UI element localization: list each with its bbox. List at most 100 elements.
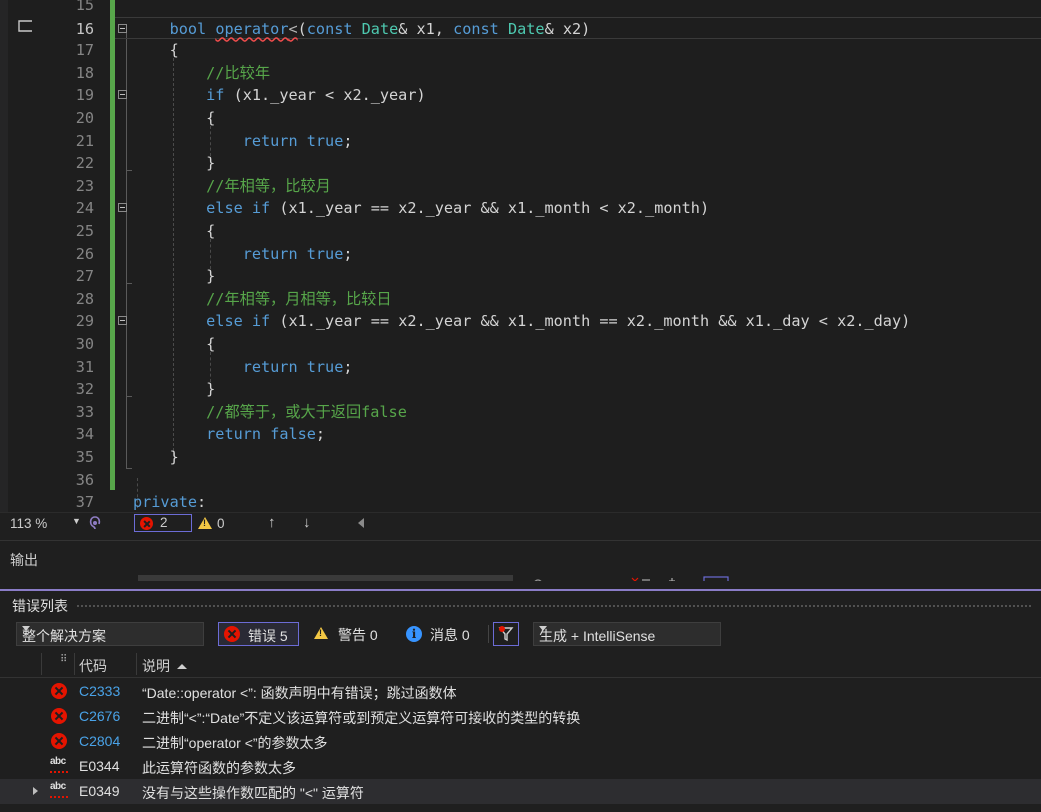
zoom-level[interactable]: 113 % — [10, 516, 47, 531]
code-token: if — [206, 86, 225, 105]
code-line[interactable]: 23 //年相等，比较月 — [76, 175, 1041, 198]
code-token: false — [270, 425, 316, 444]
line-number: 35 — [75, 448, 94, 466]
line-number: 20 — [75, 109, 94, 127]
glyph-margin[interactable] — [8, 0, 40, 512]
code-text: { — [133, 220, 215, 243]
code-line[interactable]: 32 } — [76, 378, 1041, 401]
collapse-icon[interactable] — [118, 203, 127, 213]
errors-filter-label: 错误 5 — [248, 628, 288, 644]
code-line[interactable]: 26 return true; — [76, 243, 1041, 266]
error-icon — [140, 517, 153, 530]
code-line[interactable]: 27 } — [76, 265, 1041, 288]
warnings-filter-button[interactable]: 警告 0 — [312, 622, 392, 646]
code-line[interactable]: 22 } — [76, 152, 1041, 175]
error-list-row[interactable]: C2804 二进制“operator <”的参数太多 — [0, 729, 1041, 754]
messages-filter-button[interactable]: i 消息 0 — [404, 622, 484, 646]
collapse-icon[interactable] — [118, 23, 127, 33]
code-line[interactable]: 16 bool operator<(const Date& x1, const … — [76, 16, 1041, 40]
code-line[interactable]: 21 return true; — [76, 130, 1041, 153]
code-token: //年相等，比较月 — [206, 176, 331, 195]
code-editor[interactable]: 15 16 bool operator<(const Date& x1, cons… — [0, 0, 1041, 512]
code-line[interactable]: 20 { — [76, 107, 1041, 130]
error-code[interactable]: C2676 — [79, 708, 120, 724]
code-line[interactable]: 30 { — [76, 333, 1041, 356]
column-header-code[interactable]: 代码 — [79, 656, 107, 676]
scroll-left-icon[interactable] — [358, 518, 364, 528]
line-number: 31 — [75, 357, 94, 376]
panel-drag-grip[interactable] — [76, 604, 1031, 608]
code-token: const — [453, 19, 499, 38]
collapse-icon[interactable] — [118, 90, 127, 100]
error-list-row[interactable]: C2676 二进制“<”:“Date”不定义该运算符或到预定义运算符可接收的类型的… — [0, 704, 1041, 729]
code-line[interactable]: 15 — [76, 0, 1041, 17]
line-number: 32 — [75, 380, 94, 399]
column-header-description[interactable]: 说明 — [142, 656, 187, 676]
error-description: 二进制“operator <”的参数太多 — [142, 735, 328, 751]
code-token: return — [242, 357, 298, 376]
code-line[interactable]: 35 } — [76, 446, 1041, 469]
column-header-description-label: 说明 — [142, 658, 170, 674]
column-separator[interactable] — [136, 653, 137, 675]
output-panel-title[interactable]: 输出 — [10, 550, 38, 570]
code-line[interactable]: 36 — [76, 469, 1041, 492]
error-count-indicator[interactable]: 2 — [134, 514, 192, 532]
code-line[interactable]: 28 //年相等，月相等，比较日 — [76, 288, 1041, 311]
code-token: Date — [507, 19, 545, 38]
code-token: if — [251, 312, 271, 331]
error-code[interactable]: C2333 — [79, 683, 120, 699]
output-source-dropdown[interactable] — [138, 575, 513, 581]
error-code[interactable]: C2804 — [79, 733, 120, 749]
scope-dropdown[interactable]: 整个解决方案 — [16, 622, 204, 646]
code-token: } — [133, 267, 216, 286]
code-line[interactable]: 24 else if (x1._year == x2._year && x1._… — [76, 197, 1041, 220]
warning-icon — [198, 517, 212, 529]
next-issue-arrow-icon[interactable]: ↓ — [303, 514, 311, 531]
code-line[interactable]: 31 return true; — [76, 356, 1041, 379]
code-line[interactable]: 34 return false; — [76, 423, 1041, 446]
column-separator[interactable] — [74, 653, 75, 675]
editor-status-bar: 113 % ▼ 2 0 ↑ ↓ — [0, 512, 1041, 535]
code-text-area[interactable]: 15 16 bool operator<(const Date& x1, cons… — [76, 0, 1041, 512]
code-line[interactable]: 17 { — [76, 39, 1041, 62]
zoom-dropdown-icon[interactable]: ▼ — [72, 516, 81, 526]
intellicode-icon[interactable] — [87, 515, 103, 534]
code-line[interactable]: 29 else if (x1._year == x2._year && x1._… — [76, 310, 1041, 333]
code-text: return true; — [133, 130, 353, 153]
code-line[interactable]: 33 //都等于，或大于返回false — [76, 401, 1041, 424]
code-text: else if (x1._year == x2._year && x1._mon… — [133, 197, 709, 220]
code-text: } — [133, 378, 215, 401]
messages-filter-label: 消息 0 — [430, 627, 470, 643]
code-token: const — [306, 19, 353, 38]
error-list-row[interactable]: abc E0344 此运算符函数的参数太多 — [0, 754, 1041, 779]
collapse-icon[interactable] — [118, 316, 127, 326]
code-token: return — [206, 425, 262, 444]
code-token: (x1._year < x2._year) — [224, 86, 426, 105]
suppression-column-icon[interactable]: ⠿ — [60, 654, 67, 665]
code-text: return false; — [133, 423, 325, 446]
error-list-row[interactable]: abc E0349 没有与这些操作数匹配的 "<" 运算符 — [0, 779, 1041, 804]
error-list-row[interactable]: C2333 “Date::operator <”: 函数声明中有错误；跳过函数体 — [0, 679, 1041, 704]
code-line[interactable]: 37 private: — [76, 491, 1041, 512]
code-line[interactable]: 18 //比较年 — [76, 62, 1041, 85]
line-number: 36 — [75, 470, 94, 489]
build-source-dropdown[interactable]: 生成 + IntelliSense — [533, 622, 721, 646]
previous-issue-arrow-icon[interactable]: ↑ — [268, 514, 276, 531]
column-separator[interactable] — [41, 653, 42, 675]
warning-count-indicator[interactable]: 0 — [198, 516, 225, 531]
filter-funnel-button[interactable] — [493, 622, 519, 646]
code-line[interactable]: 25 { — [76, 220, 1041, 243]
errors-filter-button[interactable]: 错误 5 — [218, 622, 299, 646]
code-line[interactable]: 19 if (x1._year < x2._year) — [76, 84, 1041, 107]
expand-arrow-icon[interactable] — [33, 787, 38, 795]
scope-dropdown-value: 整个解决方案 — [22, 628, 106, 644]
error-list-title[interactable]: 错误列表 — [12, 596, 68, 616]
line-number: 25 — [75, 222, 94, 240]
